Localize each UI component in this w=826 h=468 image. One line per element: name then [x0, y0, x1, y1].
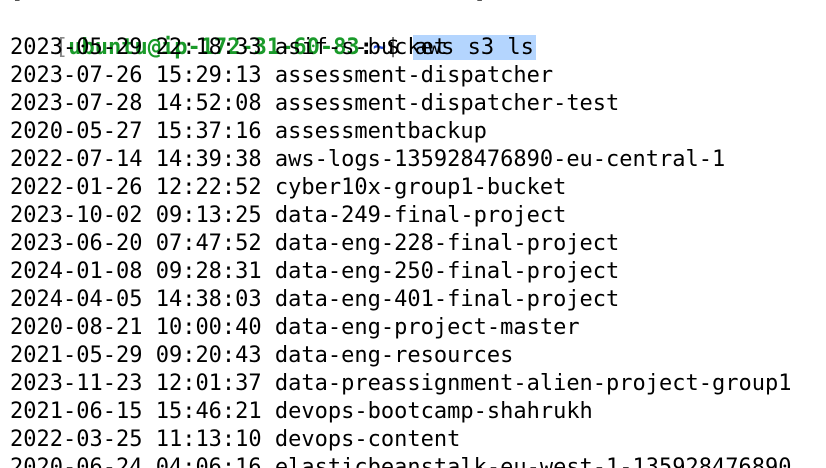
bucket-row: 2023-05-29 22:18:33 asif-s-bucket	[10, 34, 447, 62]
bucket-row: 2023-07-26 15:29:13 assessment-dispatche…	[10, 62, 553, 90]
bucket-name: elasticbeanstalk-eu-west-1-135928476890	[274, 455, 792, 468]
bucket-creation-date: 2022-01-26	[10, 175, 143, 200]
bucket-name: assessment-dispatcher	[274, 63, 554, 88]
bucket-creation-time: 10:00:40	[155, 315, 262, 340]
bucket-name: data-eng-resources	[274, 343, 514, 368]
bucket-row: 2021-06-15 15:46:21 devops-bootcamp-shah…	[10, 398, 593, 426]
bucket-creation-date: 2021-05-29	[10, 343, 143, 368]
bucket-row: 2023-07-28 14:52:08 assessment-dispatche…	[10, 90, 619, 118]
command-prompt-line[interactable]: [ubuntu@ip-172-31-60-83:~$ aws s3 ls	[2, 6, 536, 60]
bucket-creation-time: 09:13:25	[155, 203, 262, 228]
bucket-creation-date: 2021-06-15	[10, 399, 143, 424]
bucket-name: data-eng-250-final-project	[274, 259, 620, 284]
bucket-row: 2023-10-02 09:13:25 data-249-final-proje…	[10, 202, 566, 230]
bucket-creation-time: 11:13:10	[155, 427, 262, 452]
bucket-name: data-249-final-project	[274, 203, 567, 228]
bucket-row: 2023-06-20 07:47:52 data-eng-228-final-p…	[10, 230, 619, 258]
bucket-name: data-eng-228-final-project	[274, 231, 620, 256]
bucket-creation-time: 07:47:52	[155, 231, 262, 256]
bucket-name: assessment-dispatcher-test	[274, 91, 620, 116]
bucket-row: 2024-04-05 14:38:03 data-eng-401-final-p…	[10, 286, 619, 314]
bucket-creation-date: 2020-06-24	[10, 455, 143, 468]
bucket-creation-time: 12:01:37	[155, 371, 262, 396]
bucket-row: 2020-05-27 15:37:16 assessmentbackup	[10, 118, 487, 146]
bucket-row: 2020-08-21 10:00:40 data-eng-project-mas…	[10, 314, 580, 342]
bucket-creation-date: 2020-05-27	[10, 119, 143, 144]
bucket-name: cyber10x-group1-bucket	[274, 175, 567, 200]
terminal-window[interactable]: [ ~ ~ ~ ~ ~ ~ ~ ~ ~ ~ ~ ]~ ~ [ubuntu@ip-…	[0, 0, 826, 468]
bucket-creation-date: 2023-10-02	[10, 203, 143, 228]
bucket-creation-time: 14:52:08	[155, 91, 262, 116]
bucket-row: 2022-03-25 11:13:10 devops-content	[10, 426, 460, 454]
bucket-row: 2022-07-14 14:39:38 aws-logs-13592847689…	[10, 146, 725, 174]
bucket-creation-time: 09:28:31	[155, 259, 262, 284]
bucket-creation-date: 2023-07-26	[10, 63, 143, 88]
bucket-creation-date: 2023-07-28	[10, 91, 143, 116]
bucket-creation-date: 2022-03-25	[10, 427, 143, 452]
bucket-creation-date: 2023-06-20	[10, 231, 143, 256]
bucket-creation-date: 2020-08-21	[10, 315, 143, 340]
bucket-name: devops-bootcamp-shahrukh	[274, 399, 593, 424]
bucket-creation-time: 15:37:16	[155, 119, 262, 144]
bucket-creation-date: 2024-01-08	[10, 259, 143, 284]
bucket-name: aws-logs-135928476890-eu-central-1	[274, 147, 726, 172]
bucket-row: 2021-05-29 09:20:43 data-eng-resources	[10, 342, 513, 370]
bucket-creation-time: 15:46:21	[155, 399, 262, 424]
bucket-row: 2022-01-26 12:22:52 cyber10x-group1-buck…	[10, 174, 566, 202]
bucket-creation-time: 14:39:38	[155, 147, 262, 172]
bucket-creation-time: 15:29:13	[155, 63, 262, 88]
bucket-name: data-eng-project-master	[274, 315, 580, 340]
bucket-creation-time: 12:22:52	[155, 175, 262, 200]
bucket-name: devops-content	[274, 427, 461, 452]
bucket-creation-time: 22:18:33	[155, 35, 262, 60]
bucket-creation-date: 2022-07-14	[10, 147, 143, 172]
bucket-row: 2024-01-08 09:28:31 data-eng-250-final-p…	[10, 258, 619, 286]
bucket-name: data-eng-401-final-project	[274, 287, 620, 312]
bucket-creation-time: 04:06:16	[155, 455, 262, 468]
bucket-name: assessmentbackup	[274, 119, 487, 144]
bucket-creation-date: 2024-04-05	[10, 287, 143, 312]
bucket-name: asif-s-bucket	[274, 35, 448, 60]
bucket-name: data-preassignment-alien-project-group1	[274, 371, 792, 396]
bucket-row: 2020-06-24 04:06:16 elasticbeanstalk-eu-…	[10, 454, 791, 468]
bucket-creation-date: 2023-05-29	[10, 35, 143, 60]
bucket-creation-time: 14:38:03	[155, 287, 262, 312]
bucket-row: 2023-11-23 12:01:37 data-preassignment-a…	[10, 370, 791, 398]
bucket-creation-date: 2023-11-23	[10, 371, 143, 396]
bucket-creation-time: 09:20:43	[155, 343, 262, 368]
